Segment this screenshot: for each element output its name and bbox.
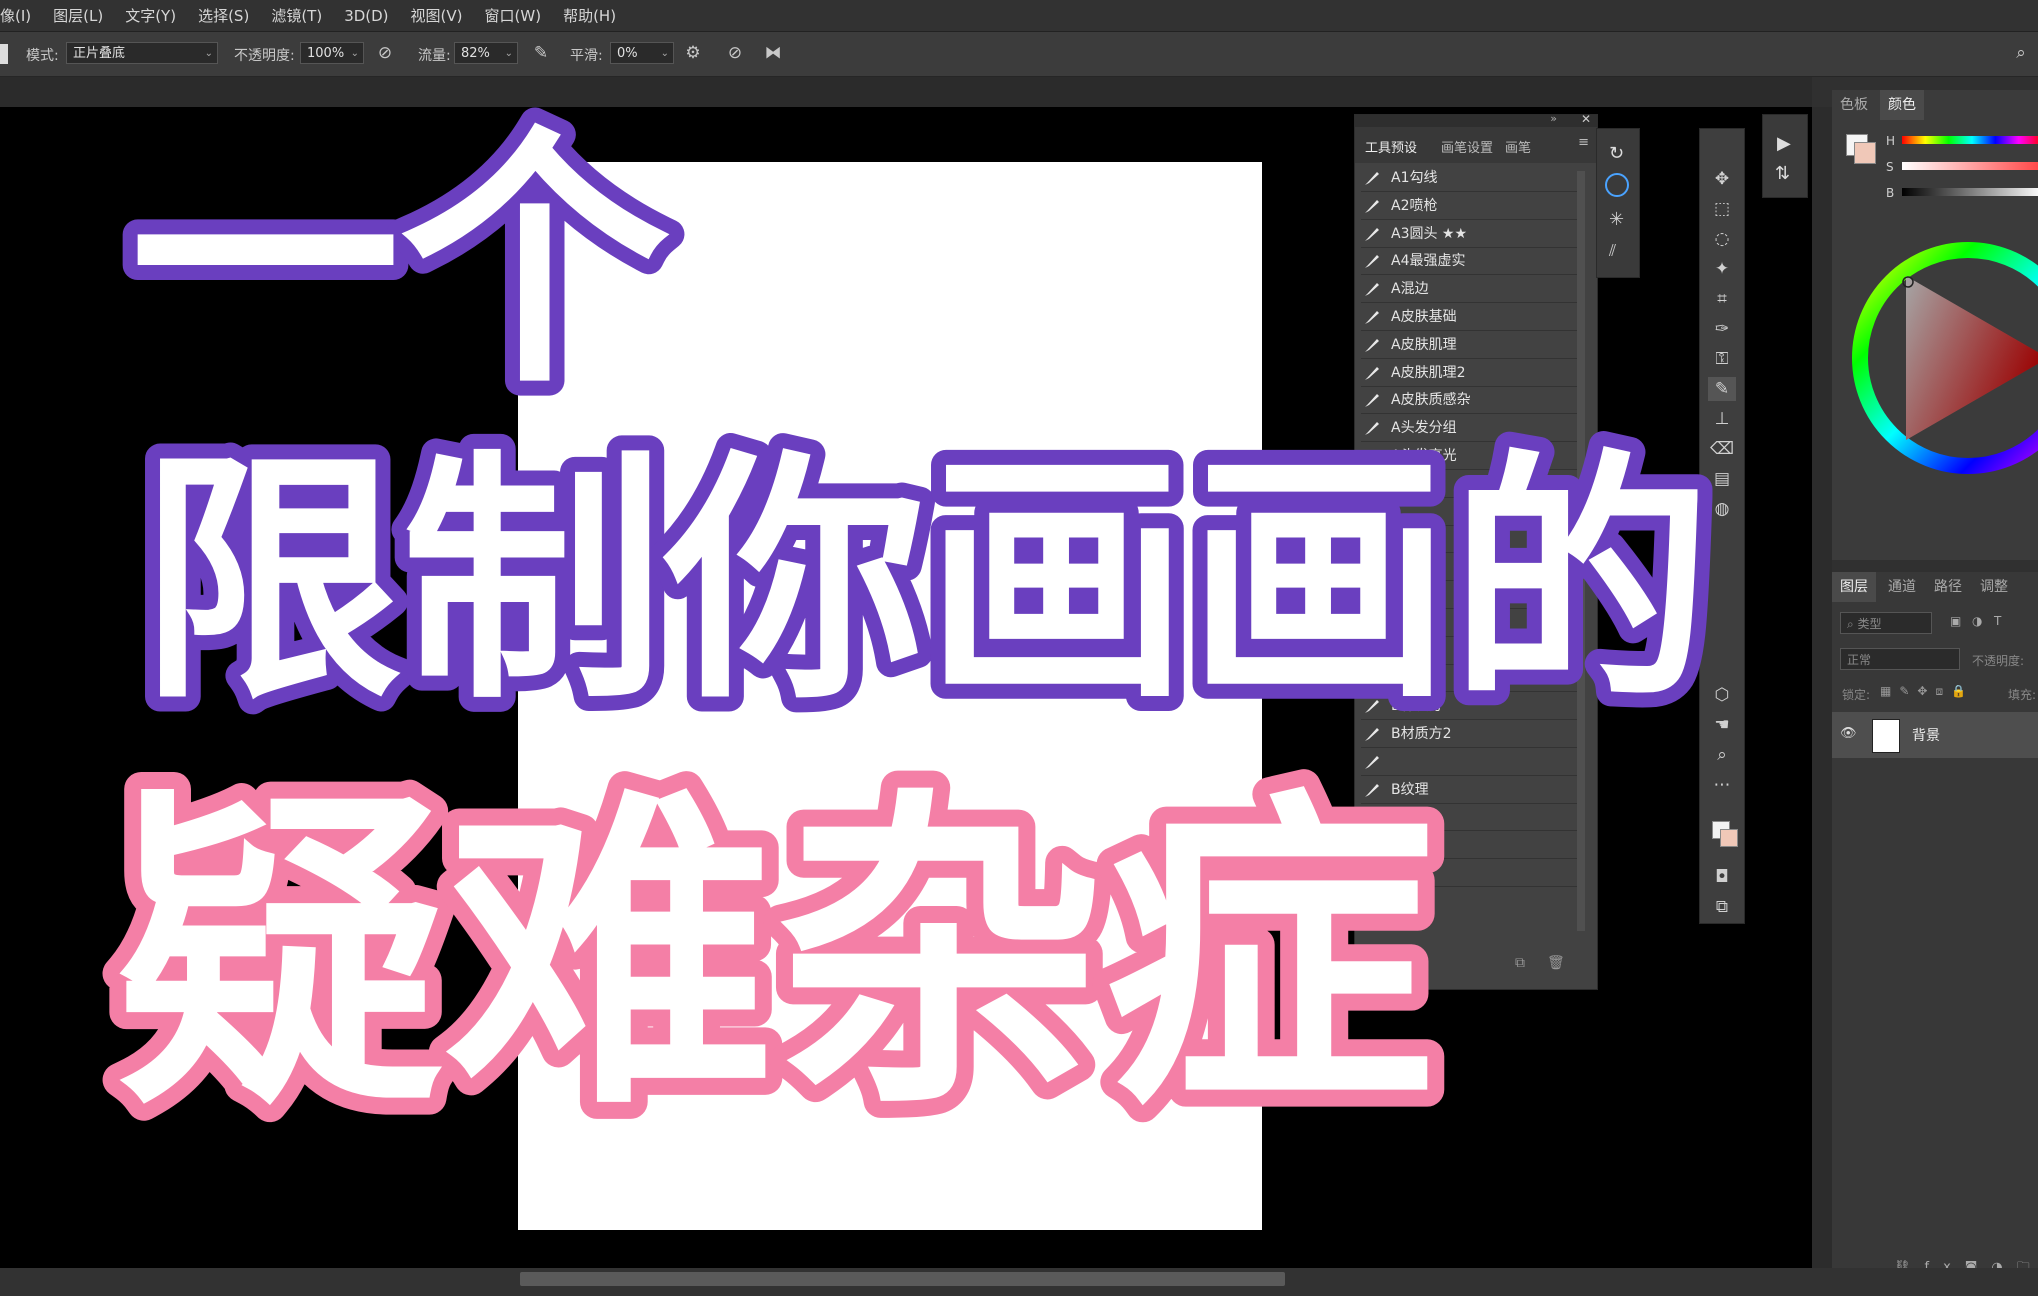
title-line-1: 一个: [130, 104, 670, 419]
title-line-2: 限制你画画的: [140, 429, 1712, 734]
title-overlay: 一个 限制你画画的 疑难杂症: [98, 89, 1727, 1165]
title-line-3: 疑难杂症: [115, 764, 1435, 1148]
